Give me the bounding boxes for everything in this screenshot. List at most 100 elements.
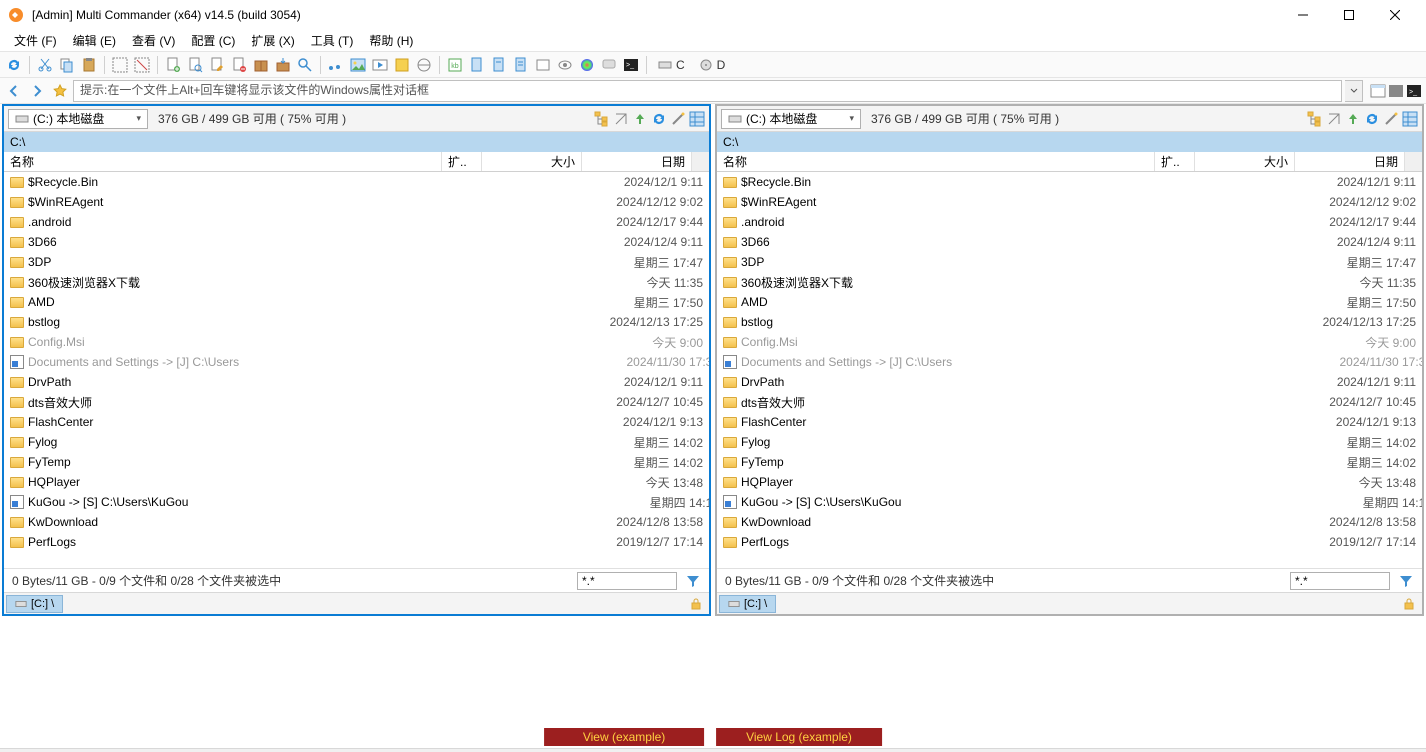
grid-icon[interactable] — [1402, 111, 1418, 127]
right-file-list[interactable]: $Recycle.Bin 2024/12/1 9:11 $WinREAgent … — [717, 172, 1422, 568]
console-icon[interactable]: >_ — [1406, 83, 1422, 99]
header-size[interactable]: 大小 — [482, 152, 582, 171]
header-ext[interactable]: 扩.. — [1155, 152, 1195, 171]
delete-file-icon[interactable] — [229, 55, 249, 75]
menu-config[interactable]: 配置 (C) — [183, 30, 243, 51]
doc2-icon[interactable] — [489, 55, 509, 75]
menu-extensions[interactable]: 扩展 (X) — [243, 30, 302, 51]
file-row[interactable]: PerfLogs 2019/12/7 17:14 — [4, 532, 709, 552]
lock-icon[interactable] — [1402, 597, 1416, 611]
unpack-icon[interactable] — [273, 55, 293, 75]
file-row[interactable]: .android 2024/12/17 9:44 — [4, 212, 709, 232]
lock-icon[interactable] — [689, 597, 703, 611]
file-row[interactable]: 3DP 星期三 17:47 — [717, 252, 1422, 272]
header-name[interactable]: 名称 — [717, 152, 1155, 171]
header-size[interactable]: 大小 — [1195, 152, 1295, 171]
back-button[interactable] — [4, 81, 24, 101]
file-row[interactable]: Documents and Settings -> [J] C:\Users 2… — [4, 352, 709, 372]
file-row[interactable]: KwDownload 2024/12/8 13:58 — [717, 512, 1422, 532]
file-row[interactable]: $Recycle.Bin 2024/12/1 9:11 — [4, 172, 709, 192]
file-row[interactable]: KuGou -> [S] C:\Users\KuGou 星期四 14:17 — [4, 492, 709, 512]
file-row[interactable]: FyTemp 星期三 14:02 — [4, 452, 709, 472]
search-icon[interactable] — [295, 55, 315, 75]
file-row[interactable]: Fylog 星期三 14:02 — [717, 432, 1422, 452]
doc4-icon[interactable] — [533, 55, 553, 75]
terminal-icon[interactable]: >_ — [621, 55, 641, 75]
file-row[interactable]: Documents and Settings -> [J] C:\Users 2… — [717, 352, 1422, 372]
right-path[interactable]: C:\ — [717, 132, 1422, 152]
reload-icon[interactable] — [651, 111, 667, 127]
file-row[interactable]: PerfLogs 2019/12/7 17:14 — [717, 532, 1422, 552]
copy-icon[interactable] — [57, 55, 77, 75]
funnel-icon[interactable] — [1398, 573, 1414, 589]
toolbar-drive-c[interactable]: C — [652, 58, 691, 72]
video-icon[interactable] — [370, 55, 390, 75]
panel1-icon[interactable] — [1370, 83, 1386, 99]
file-row[interactable]: KwDownload 2024/12/8 13:58 — [4, 512, 709, 532]
file-row[interactable]: bstlog 2024/12/13 17:25 — [4, 312, 709, 332]
left-file-list[interactable]: $Recycle.Bin 2024/12/1 9:11 $WinREAgent … — [4, 172, 709, 568]
forward-button[interactable] — [27, 81, 47, 101]
file-row[interactable]: 360极速浏览器X下载 今天 11:35 — [4, 272, 709, 292]
file-row[interactable]: 3D66 2024/12/4 9:11 — [717, 232, 1422, 252]
file-row[interactable]: $Recycle.Bin 2024/12/1 9:11 — [717, 172, 1422, 192]
file-row[interactable]: 360极速浏览器X下载 今天 11:35 — [717, 272, 1422, 292]
eye-icon[interactable] — [555, 55, 575, 75]
audio-icon[interactable] — [326, 55, 346, 75]
file-row[interactable]: FlashCenter 2024/12/1 9:13 — [717, 412, 1422, 432]
new-file-icon[interactable] — [163, 55, 183, 75]
header-name[interactable]: 名称 — [4, 152, 442, 171]
file-row[interactable]: 3DP 星期三 17:47 — [4, 252, 709, 272]
tree-icon[interactable] — [1307, 111, 1323, 127]
up-icon[interactable] — [632, 111, 648, 127]
close-button[interactable] — [1372, 0, 1418, 30]
view-button[interactable]: View (example) — [544, 728, 704, 746]
tool2-icon[interactable] — [414, 55, 434, 75]
right-filter-input[interactable] — [1290, 572, 1390, 590]
left-path[interactable]: C:\ — [4, 132, 709, 152]
file-row[interactable]: KuGou -> [S] C:\Users\KuGou 星期四 14:17 — [717, 492, 1422, 512]
panel2-icon[interactable] — [1388, 83, 1404, 99]
minimize-button[interactable] — [1280, 0, 1326, 30]
file-row[interactable]: AMD 星期三 17:50 — [717, 292, 1422, 312]
wand-icon[interactable] — [670, 111, 686, 127]
cut-icon[interactable] — [35, 55, 55, 75]
doc1-icon[interactable] — [467, 55, 487, 75]
file-row[interactable]: 3D66 2024/12/4 9:11 — [4, 232, 709, 252]
kb-icon[interactable]: kb — [445, 55, 465, 75]
file-row[interactable]: FyTemp 星期三 14:02 — [717, 452, 1422, 472]
chat-icon[interactable] — [599, 55, 619, 75]
paste-icon[interactable] — [79, 55, 99, 75]
toolbar-drive-d[interactable]: D — [693, 58, 732, 72]
picture-icon[interactable] — [348, 55, 368, 75]
file-row[interactable]: FlashCenter 2024/12/1 9:13 — [4, 412, 709, 432]
doc3-icon[interactable] — [511, 55, 531, 75]
file-row[interactable]: $WinREAgent 2024/12/12 9:02 — [4, 192, 709, 212]
select-all-icon[interactable] — [110, 55, 130, 75]
file-row[interactable]: AMD 星期三 17:50 — [4, 292, 709, 312]
left-tab[interactable]: [C:] \ — [6, 595, 63, 613]
file-row[interactable]: DrvPath 2024/12/1 9:11 — [4, 372, 709, 392]
header-date[interactable]: 日期 — [582, 152, 692, 171]
menu-edit[interactable]: 编辑 (E) — [65, 30, 124, 51]
maximize-button[interactable] — [1326, 0, 1372, 30]
left-filter-input[interactable] — [577, 572, 677, 590]
file-row[interactable]: DrvPath 2024/12/1 9:11 — [717, 372, 1422, 392]
file-row[interactable]: Fylog 星期三 14:02 — [4, 432, 709, 452]
history-icon[interactable] — [613, 111, 629, 127]
color-icon[interactable] — [577, 55, 597, 75]
history-icon[interactable] — [1326, 111, 1342, 127]
menu-file[interactable]: 文件 (F) — [6, 30, 65, 51]
edit-file-icon[interactable] — [207, 55, 227, 75]
up-icon[interactable] — [1345, 111, 1361, 127]
select-none-icon[interactable] — [132, 55, 152, 75]
file-row[interactable]: $WinREAgent 2024/12/12 9:02 — [717, 192, 1422, 212]
menu-tools[interactable]: 工具 (T) — [303, 30, 362, 51]
tool1-icon[interactable] — [392, 55, 412, 75]
right-tab[interactable]: [C:] \ — [719, 595, 776, 613]
wand-icon[interactable] — [1383, 111, 1399, 127]
hint-input[interactable]: 提示:在一个文件上Alt+回车键将显示该文件的Windows属性对话框 — [73, 80, 1342, 102]
menu-view[interactable]: 查看 (V) — [124, 30, 183, 51]
file-row[interactable]: HQPlayer 今天 13:48 — [717, 472, 1422, 492]
header-date[interactable]: 日期 — [1295, 152, 1405, 171]
